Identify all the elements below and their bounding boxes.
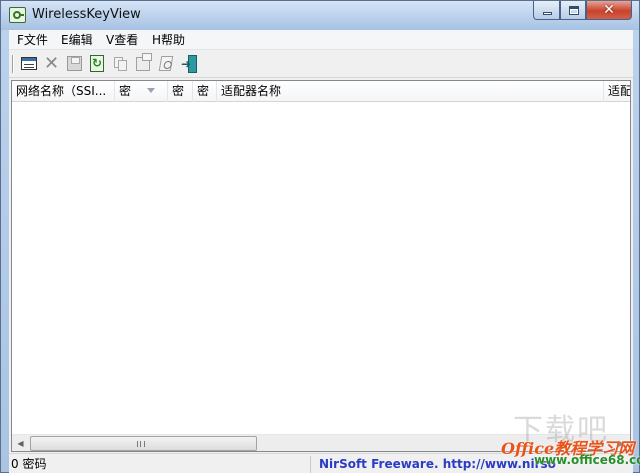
list-header: 网络名称（SSI... 密 密 密 适配器名称 适配: [12, 81, 630, 102]
column-adapter-name[interactable]: 适配器名称: [217, 81, 604, 102]
password-list[interactable]: 网络名称（SSI... 密 密 密 适配器名称 适配 ◀ ▶: [11, 80, 631, 452]
menu-bar: F文件 E编辑 V查看 H帮助: [9, 30, 633, 50]
delete-button[interactable]: ✕: [42, 54, 61, 74]
exit-arrow-icon: ➜: [181, 57, 192, 71]
column-key-1[interactable]: 密: [115, 81, 168, 102]
window-title: WirelessKeyView: [32, 7, 141, 22]
properties-icon: [21, 57, 37, 70]
grip-icon: [137, 441, 145, 447]
html-report-icon: [136, 53, 152, 71]
minimize-icon: [543, 12, 552, 15]
refresh-button[interactable]: [88, 54, 107, 74]
scroll-left-button[interactable]: ◀: [12, 435, 29, 451]
exit-button[interactable]: ➜: [181, 54, 200, 74]
delete-icon: ✕: [43, 53, 60, 74]
title-bar[interactable]: WirelessKeyView ✕: [1, 1, 639, 30]
maximize-icon: [569, 6, 579, 15]
save-icon: [67, 56, 82, 71]
app-window: WirelessKeyView ✕ F文件 E编辑 V查看 H帮助 ✕ ➜: [0, 0, 640, 473]
refresh-icon: [90, 55, 104, 72]
html-report-button[interactable]: [134, 53, 153, 74]
column-key-2[interactable]: 密: [168, 81, 193, 102]
toolbar-grip: [12, 55, 14, 73]
column-adapter-guid[interactable]: 适配: [604, 81, 630, 102]
column-network-name[interactable]: 网络名称（SSI...: [12, 81, 115, 102]
menu-help[interactable]: H帮助: [150, 32, 187, 49]
toolbar: ✕ ➜: [9, 51, 633, 78]
find-button[interactable]: [157, 54, 176, 74]
status-count: 0 密码: [11, 456, 311, 473]
find-icon: [158, 56, 174, 71]
watermark-line-2: www.office68.com: [534, 453, 640, 467]
maximize-button[interactable]: [560, 1, 586, 20]
scroll-thumb[interactable]: [30, 436, 257, 451]
column-key-3[interactable]: 密: [193, 81, 217, 102]
menu-edit[interactable]: E编辑: [59, 32, 95, 49]
close-icon: ✕: [603, 2, 615, 18]
properties-button[interactable]: [20, 54, 39, 74]
close-button[interactable]: ✕: [586, 1, 632, 20]
menu-file[interactable]: F文件: [15, 32, 50, 49]
save-button[interactable]: [65, 54, 84, 74]
copy-button[interactable]: [111, 54, 130, 74]
sort-arrow-icon: [147, 88, 155, 93]
app-icon[interactable]: [9, 7, 26, 23]
menu-view[interactable]: V查看: [104, 32, 140, 49]
minimize-button[interactable]: [533, 1, 560, 20]
